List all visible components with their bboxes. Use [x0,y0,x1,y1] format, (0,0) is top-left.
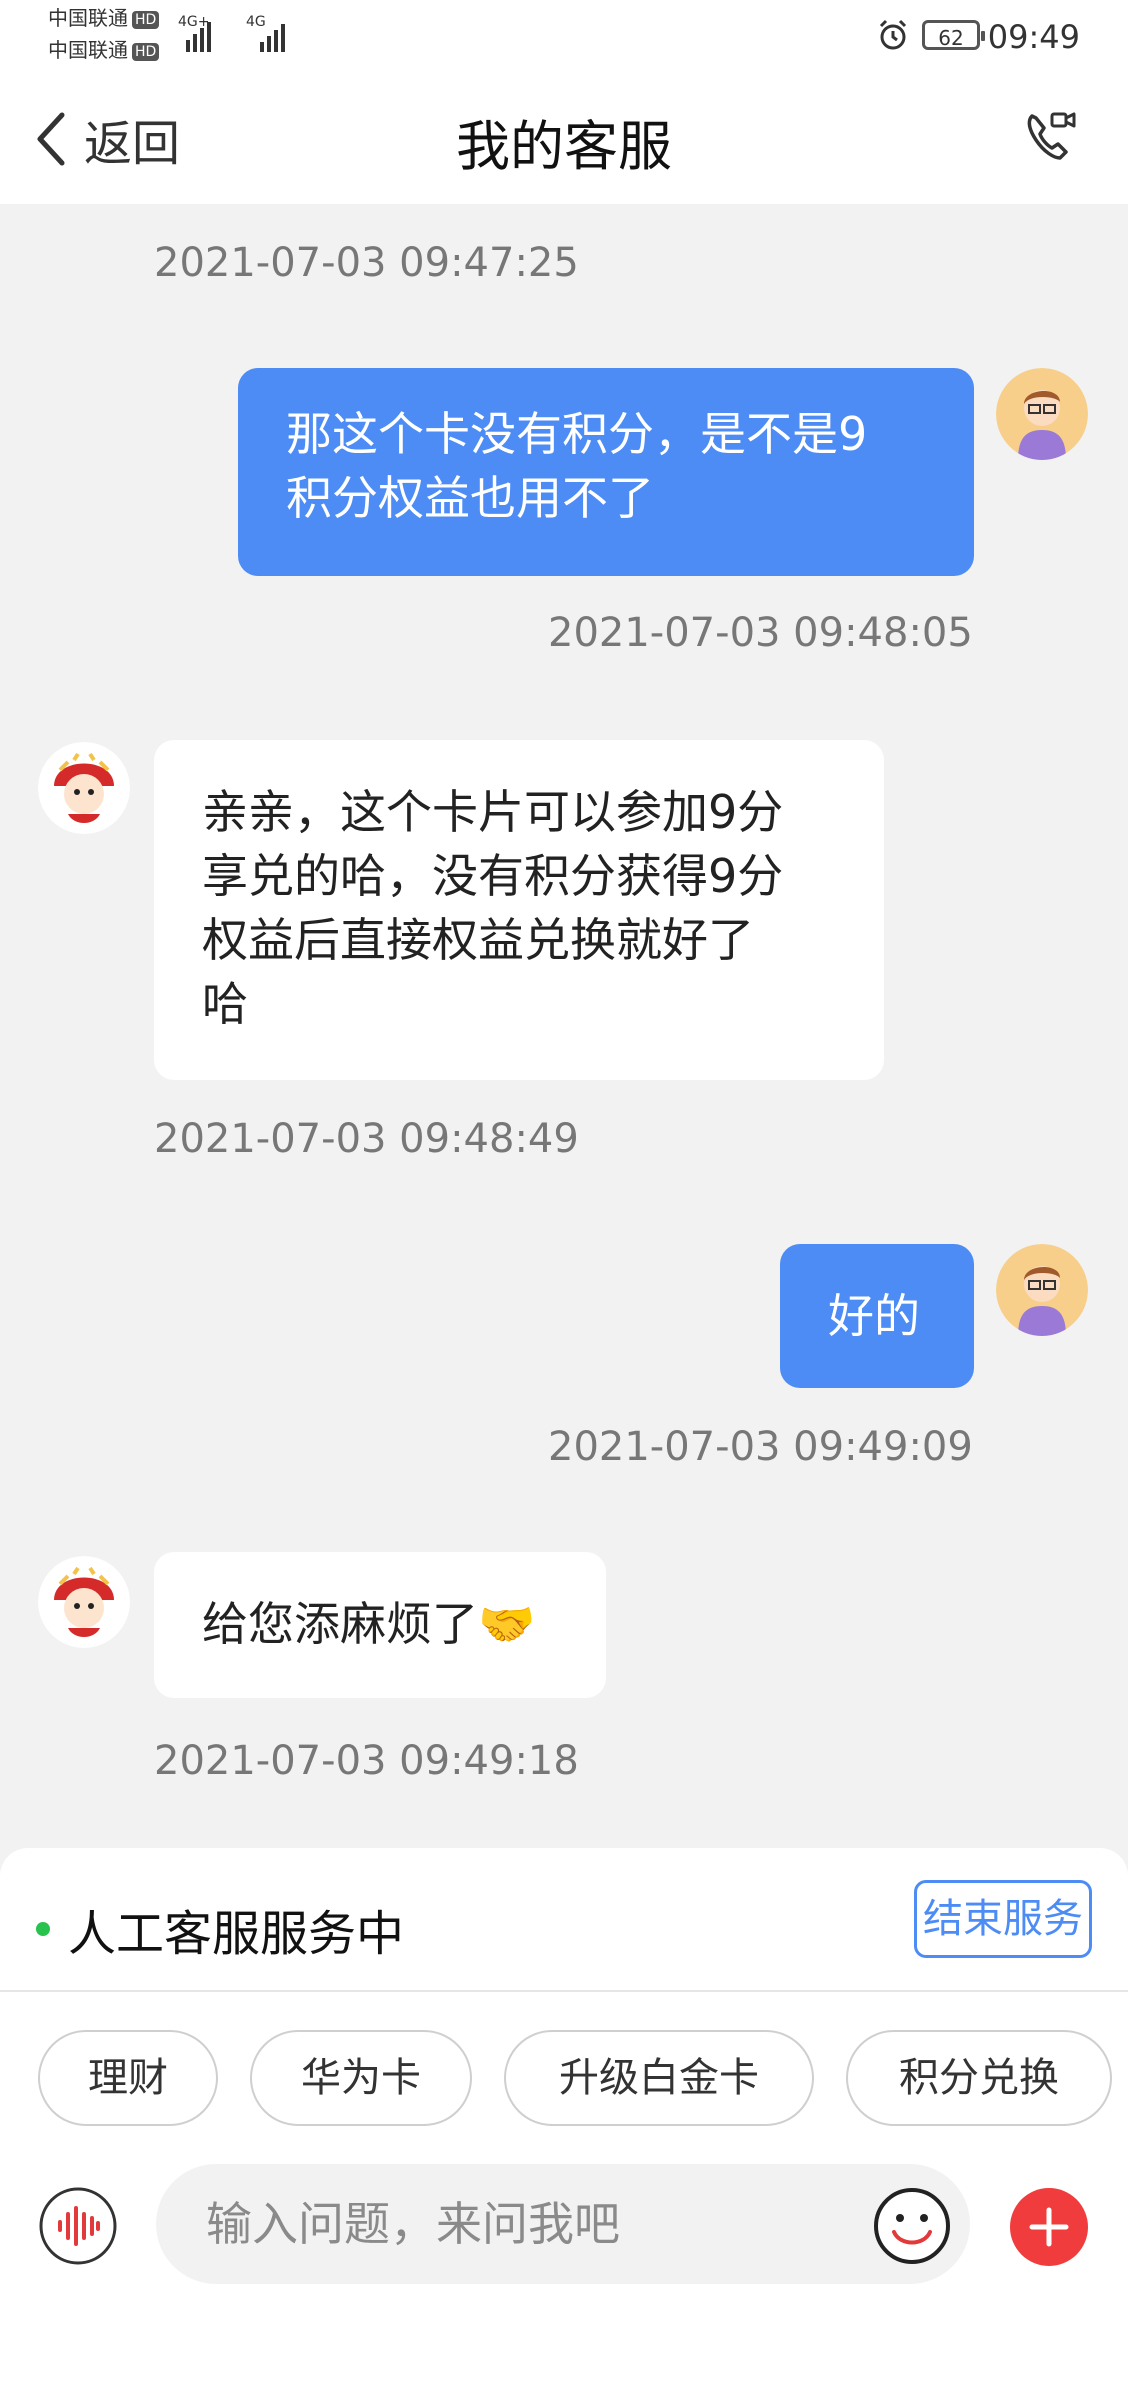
message-line: 享兑的哈，没有积分获得9分 [202,849,784,903]
carrier-2-label: 中国联通 [48,38,128,62]
timestamp: 2021-07-03 09:48:05 [548,610,973,656]
carrier-1-label: 中国联通 [48,6,128,30]
timestamp: 2021-07-03 09:47:25 [154,240,579,286]
hd-badge: HD [132,10,160,29]
plus-button[interactable] [1010,2188,1088,2266]
service-status-label: 人工客服服务中 [68,1906,405,1962]
emoji-icon[interactable] [872,2186,952,2266]
carrier-1: 中国联通 HD [48,6,160,30]
signal-bars-2-icon [260,18,285,52]
battery-indicator: 62 [922,20,985,50]
agent-avatar[interactable] [38,1556,130,1648]
timestamp: 2021-07-03 09:48:49 [154,1116,579,1162]
message-line: 亲亲，这个卡片可以参加9分 [202,785,784,839]
service-status: 人工客服服务中 [36,1894,404,1964]
message-line: 权益后直接权益兑换就好了 [202,913,754,967]
plus-icon [1029,2207,1069,2247]
signal-bars-1-icon [186,18,211,52]
message-line: 积分权益也用不了 [286,471,654,525]
user-avatar[interactable] [996,368,1088,460]
agent-avatar[interactable] [38,742,130,834]
message-line: 好的 [828,1289,920,1343]
alarm-icon [879,19,907,50]
message-line: 那这个卡没有积分，是不是9 [286,407,868,461]
hd-badge-2: HD [132,42,160,61]
online-dot-icon [36,1922,50,1936]
quick-reply-upgrade-platinum[interactable]: 升级白金卡 [504,2030,814,2126]
divider [0,1990,1128,1992]
message-bubble-outgoing[interactable]: 好的 [780,1244,974,1388]
nav-bar: 返回 我的客服 [0,72,1128,204]
end-service-button[interactable]: 结束服务 [914,1880,1092,1958]
timestamp: 2021-07-03 09:49:09 [548,1424,973,1470]
message-bubble-incoming[interactable]: 亲亲，这个卡片可以参加9分 享兑的哈，没有积分获得9分 权益后直接权益兑换就好了… [154,740,884,1080]
phone-video-icon[interactable] [1022,108,1078,164]
carrier-2: 中国联通 HD [48,38,160,62]
message-line: 给您添麻烦了🤝 [202,1597,536,1651]
status-bar: 中国联通 HD 中国联通 HD 4G+ 4G 62 09:49 [0,0,1128,72]
user-avatar[interactable] [996,1244,1088,1336]
message-bubble-incoming[interactable]: 给您添麻烦了🤝 [154,1552,606,1698]
message-line: 哈 [202,977,248,1031]
timestamp: 2021-07-03 09:49:18 [154,1738,579,1784]
quick-reply-points-exchange[interactable]: 积分兑换 [846,2030,1112,2126]
voice-icon[interactable] [38,2186,118,2266]
clock: 09:49 [987,18,1080,56]
question-input[interactable]: 输入问题，来问我吧 [156,2164,970,2284]
quick-reply-licai[interactable]: 理财 [38,2030,218,2126]
quick-reply-huawei-card[interactable]: 华为卡 [250,2030,472,2126]
service-panel: 人工客服服务中 结束服务 理财 华为卡 升级白金卡 积分兑换 输入问题，来问我吧 [0,1848,1128,2400]
page-title: 我的客服 [456,115,672,178]
message-bubble-outgoing[interactable]: 那这个卡没有积分，是不是9 积分权益也用不了 [238,368,974,576]
